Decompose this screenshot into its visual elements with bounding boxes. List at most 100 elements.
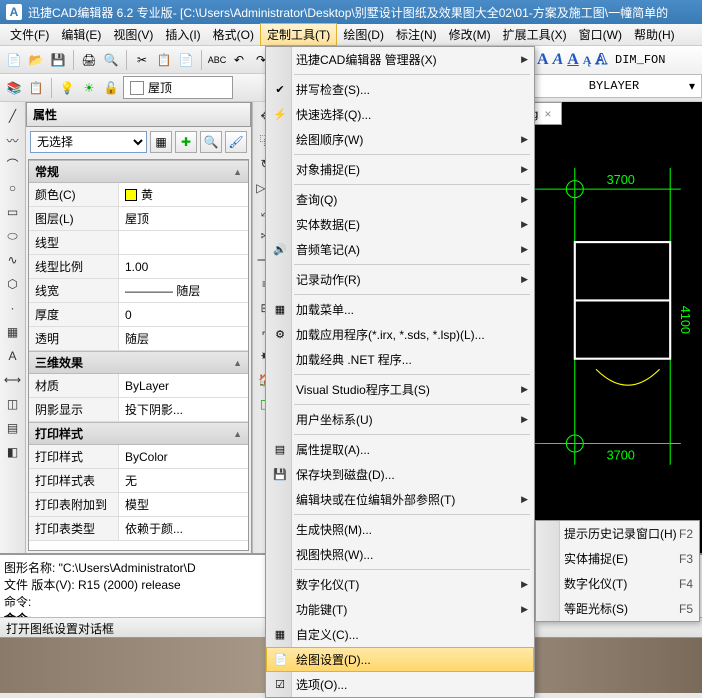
save-icon[interactable]: 💾	[48, 50, 68, 70]
layer-selector[interactable]: 屋顶	[123, 76, 233, 99]
ellipse-tool-icon[interactable]: ⬭	[3, 226, 23, 246]
point-tool-icon[interactable]: ·	[3, 298, 23, 318]
text-tool-icon[interactable]: A	[3, 346, 23, 366]
menu-item-27[interactable]: 视图快照(W)...	[266, 542, 534, 567]
properties-grid[interactable]: 常规颜色(C)黄图层(L)屋顶线型线型比例1.00线宽———— 随层厚度0透明随…	[28, 159, 249, 551]
prop-section-general[interactable]: 常规	[29, 160, 248, 183]
layer-props-icon[interactable]: 📋	[26, 78, 46, 98]
hatch-tool-icon[interactable]: ▦	[3, 322, 23, 342]
menu-item-18[interactable]: Visual Studio程序工具(S)▶	[266, 377, 534, 402]
menu-item-15[interactable]: ⚙加载应用程序(*.irx, *.sds, *.lsp)(L)...	[266, 322, 534, 347]
sun-icon[interactable]: ☀	[79, 78, 99, 98]
chevron-down-icon[interactable]: ▾	[689, 79, 695, 93]
menu-item-26[interactable]: 生成快照(M)...	[266, 517, 534, 542]
properties-toolbar[interactable]: 无选择 ▦ ✚ 🔍 🖌	[26, 127, 251, 157]
menu-3[interactable]: 插入(I)	[159, 24, 206, 45]
prop-section-threeD[interactable]: 三维效果	[29, 351, 248, 374]
prop-row[interactable]: 厚度0	[29, 303, 248, 327]
new-icon[interactable]: 📄	[4, 50, 24, 70]
prop-row[interactable]: 阴影显示投下阴影...	[29, 398, 248, 422]
bylayer-selector[interactable]: BYLAYER ▾	[532, 74, 702, 98]
submenu-item-3[interactable]: 等距光标(S)F5	[536, 596, 699, 621]
menu-item-24[interactable]: 编辑块或在位编辑外部参照(T)▶	[266, 487, 534, 512]
dim-tool-icon[interactable]: ⟷	[3, 370, 23, 390]
layer-manager-icon[interactable]: 📚	[4, 78, 24, 98]
menu-6[interactable]: 绘图(D)	[337, 24, 390, 45]
prop-row[interactable]: 打印表附加到模型	[29, 493, 248, 517]
style-a-out[interactable]: A	[595, 51, 607, 69]
menu-item-22[interactable]: ▤属性提取(A)...	[266, 437, 534, 462]
prop-btn-4[interactable]: 🖌	[225, 131, 247, 153]
menu-item-3[interactable]: ⚡快速选择(Q)...	[266, 102, 534, 127]
arc-tool-icon[interactable]: ⌒	[3, 154, 23, 174]
undo-icon[interactable]: ↶	[229, 50, 249, 70]
menu-item-6[interactable]: 对象捕捉(E)▶	[266, 157, 534, 182]
prop-row[interactable]: 打印表类型依赖于颜...	[29, 517, 248, 541]
menu-4[interactable]: 格式(O)	[207, 24, 260, 45]
layer-visible-checkbox[interactable]	[130, 81, 144, 95]
style-toolbar[interactable]: A A A Ą A DIM_FON	[532, 46, 702, 74]
selection-filter[interactable]: 无选择	[30, 131, 147, 153]
open-icon[interactable]: 📂	[26, 50, 46, 70]
spline-tool-icon[interactable]: ∿	[3, 250, 23, 270]
prop-row[interactable]: 线型比例1.00	[29, 255, 248, 279]
menu-item-16[interactable]: 加载经典 .NET 程序...	[266, 347, 534, 372]
menu-item-12[interactable]: 记录动作(R)▶	[266, 267, 534, 292]
lock-icon[interactable]: 🔓	[101, 78, 121, 98]
submenu-item-0[interactable]: 提示历史记录窗口(H)F2	[536, 521, 699, 546]
menu-item-31[interactable]: ▦自定义(C)...	[266, 622, 534, 647]
menu-11[interactable]: 帮助(H)	[628, 24, 681, 45]
menu-8[interactable]: 修改(M)	[443, 24, 497, 45]
region-tool-icon[interactable]: ◧	[3, 442, 23, 462]
style-a-normal[interactable]: A	[537, 51, 549, 69]
menu-item-9[interactable]: 实体数据(E)▶	[266, 212, 534, 237]
menu-1[interactable]: 编辑(E)	[55, 24, 107, 45]
prop-btn-3[interactable]: 🔍	[200, 131, 222, 153]
prop-btn-1[interactable]: ▦	[150, 131, 172, 153]
print-icon[interactable]: 🖨	[79, 50, 99, 70]
close-icon[interactable]: ×	[544, 107, 551, 121]
menu-item-30[interactable]: 功能键(T)▶	[266, 597, 534, 622]
submenu-item-2[interactable]: 数字化仪(T)F4	[536, 571, 699, 596]
prop-row[interactable]: 图层(L)屋顶	[29, 207, 248, 231]
menu-7[interactable]: 标注(N)	[390, 24, 443, 45]
submenu-item-1[interactable]: 实体捕捉(E)F3	[536, 546, 699, 571]
menu-item-32[interactable]: 📄绘图设置(D)...	[266, 647, 534, 672]
prop-row[interactable]: 颜色(C)黄	[29, 183, 248, 207]
tools-menu-dropdown[interactable]: 迅捷CAD编辑器 管理器(X)▶✔拼写检查(S)...⚡快速选择(Q)...绘图…	[265, 46, 535, 698]
preview-icon[interactable]: 🔍	[101, 50, 121, 70]
style-a-under[interactable]: A	[567, 51, 579, 69]
copy-icon[interactable]: 📋	[154, 50, 174, 70]
menu-10[interactable]: 窗口(W)	[573, 24, 628, 45]
cut-icon[interactable]: ✂	[132, 50, 152, 70]
style-a-small[interactable]: Ą	[583, 53, 592, 68]
prop-row[interactable]: 打印样式ByColor	[29, 445, 248, 469]
left-toolbar[interactable]: ╱ 〰 ⌒ ○ ▭ ⬭ ∿ ⬡ · ▦ A ⟷ ◫ ▤ ◧	[0, 102, 26, 553]
menu-5[interactable]: 定制工具(T)	[260, 23, 337, 46]
prop-section-print[interactable]: 打印样式	[29, 422, 248, 445]
spellcheck-icon[interactable]: ABC	[207, 50, 227, 70]
menu-item-20[interactable]: 用户坐标系(U)▶	[266, 407, 534, 432]
style-a-italic[interactable]: A	[553, 51, 564, 69]
circle-tool-icon[interactable]: ○	[3, 178, 23, 198]
menu-bar[interactable]: 文件(F)编辑(E)视图(V)插入(I)格式(O)定制工具(T)绘图(D)标注(…	[0, 24, 702, 46]
menu-item-33[interactable]: ☑选项(O)...	[266, 672, 534, 697]
menu-item-10[interactable]: 🔊音频笔记(A)▶	[266, 237, 534, 262]
prop-row[interactable]: 材质ByLayer	[29, 374, 248, 398]
menu-2[interactable]: 视图(V)	[107, 24, 159, 45]
bulb-icon[interactable]: 💡	[57, 78, 77, 98]
block-tool-icon[interactable]: ◫	[3, 394, 23, 414]
prop-row[interactable]: 线宽———— 随层	[29, 279, 248, 303]
menu-item-23[interactable]: 💾保存块到磁盘(D)...	[266, 462, 534, 487]
menu-item-29[interactable]: 数字化仪(T)▶	[266, 572, 534, 597]
function-keys-submenu[interactable]: 提示历史记录窗口(H)F2实体捕捉(E)F3数字化仪(T)F4等距光标(S)F5	[535, 520, 700, 622]
table-tool-icon[interactable]: ▤	[3, 418, 23, 438]
prop-row[interactable]: 打印样式表无	[29, 469, 248, 493]
menu-item-2[interactable]: ✔拼写检查(S)...	[266, 77, 534, 102]
polygon-tool-icon[interactable]: ⬡	[3, 274, 23, 294]
rect-tool-icon[interactable]: ▭	[3, 202, 23, 222]
prop-btn-2[interactable]: ✚	[175, 131, 197, 153]
polyline-tool-icon[interactable]: 〰	[3, 130, 23, 150]
menu-item-4[interactable]: 绘图顺序(W)▶	[266, 127, 534, 152]
prop-row[interactable]: 透明随层	[29, 327, 248, 351]
